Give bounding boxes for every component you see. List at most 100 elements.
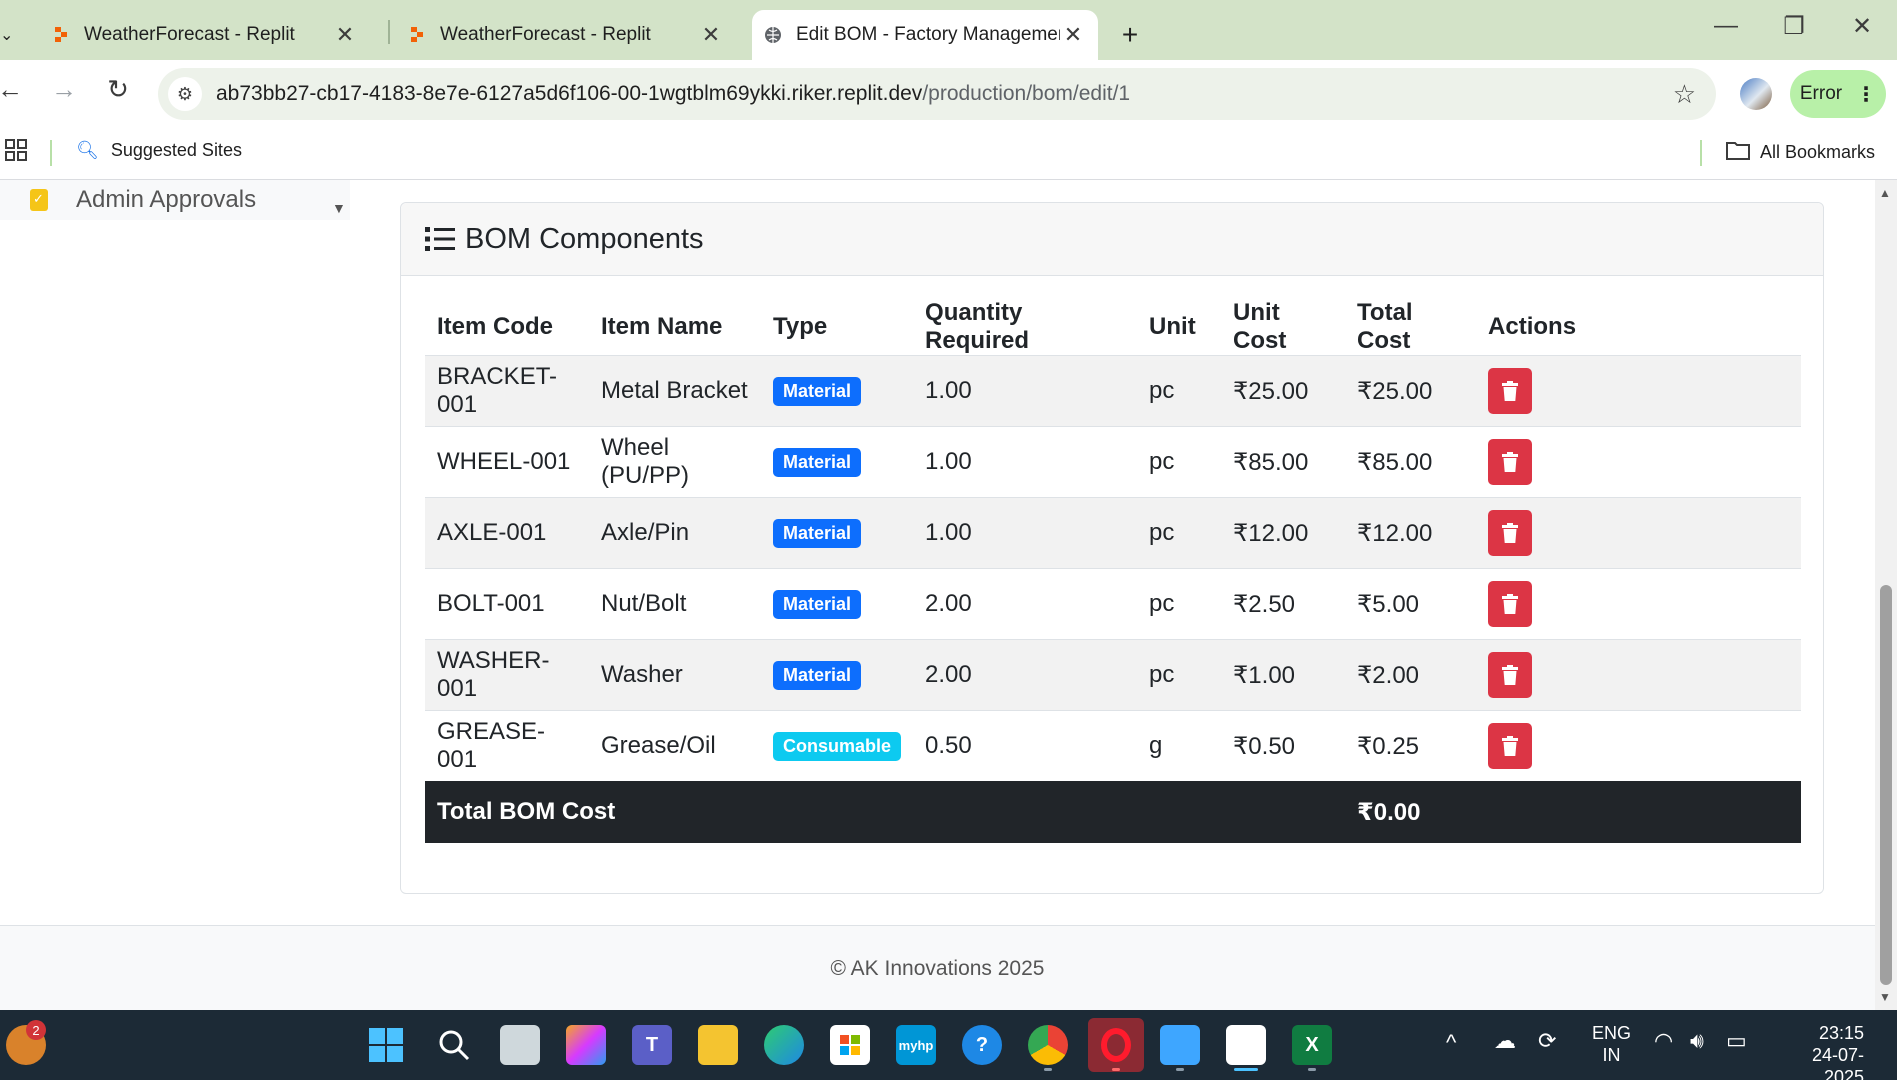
type-badge: Consumable bbox=[773, 732, 902, 761]
start-windows-icon[interactable] bbox=[366, 1025, 406, 1065]
cell-total-cost: ₹5.00 bbox=[1345, 568, 1477, 640]
caret-down-icon[interactable]: ▼ bbox=[332, 200, 346, 216]
delete-button[interactable] bbox=[1488, 368, 1533, 414]
cell-total-cost: ₹25.00 bbox=[1345, 355, 1477, 427]
cell-quantity: 1.00 bbox=[913, 355, 1138, 427]
file-explorer-icon[interactable] bbox=[698, 1025, 738, 1065]
wifi-icon[interactable]: ◠ bbox=[1654, 1028, 1673, 1054]
excel-icon[interactable]: X bbox=[1292, 1025, 1332, 1065]
delete-button[interactable] bbox=[1488, 510, 1533, 556]
delete-button[interactable] bbox=[1488, 723, 1533, 769]
url-host: ab73bb27-cb17-4183-8e7e-6127a5d6f106-00-… bbox=[216, 82, 923, 105]
edge-icon[interactable] bbox=[764, 1025, 804, 1065]
chevron-up-icon[interactable]: ^ bbox=[1446, 1030, 1456, 1056]
table-row: WASHER-001 Washer Material 2.00 pc ₹1.00… bbox=[425, 639, 1801, 711]
scroll-down-arrow-icon[interactable]: ▼ bbox=[1879, 990, 1891, 1004]
sidebar-item-label: Admin Approvals bbox=[76, 186, 257, 213]
kebab-menu-icon: ⋮ bbox=[1856, 83, 1877, 106]
window-close-button[interactable]: ✕ bbox=[1832, 12, 1892, 41]
tab-weatherforecast-1[interactable]: WeatherForecast - Replit ✕ bbox=[40, 10, 370, 60]
cell-actions bbox=[1476, 426, 1801, 498]
cell-item-code: BOLT-001 bbox=[425, 568, 589, 640]
microsoft-store-icon[interactable] bbox=[830, 1025, 870, 1065]
scrollbar-thumb[interactable] bbox=[1880, 585, 1892, 985]
type-badge: Material bbox=[773, 377, 862, 406]
trash-icon bbox=[1502, 665, 1519, 685]
tab-title: WeatherForecast - Replit bbox=[84, 24, 295, 45]
close-icon[interactable]: ✕ bbox=[332, 22, 358, 48]
bookmarks-divider bbox=[50, 140, 52, 166]
region-code: IN bbox=[1602, 1045, 1621, 1065]
cell-item-code: BRACKET-001 bbox=[425, 355, 589, 427]
tab-search-button[interactable]: ⌄ bbox=[0, 10, 20, 60]
delete-button[interactable] bbox=[1488, 581, 1533, 627]
myhp-icon[interactable]: myhp bbox=[896, 1025, 936, 1065]
site-settings-icon[interactable]: ⚙ bbox=[168, 77, 202, 111]
minimize-button[interactable]: — bbox=[1696, 12, 1756, 40]
opera-icon[interactable] bbox=[1088, 1018, 1144, 1072]
close-icon[interactable]: ✕ bbox=[698, 22, 724, 48]
onedrive-icon[interactable]: ☁ bbox=[1494, 1028, 1516, 1054]
snipping-tool-icon[interactable] bbox=[1226, 1025, 1266, 1065]
globe-icon bbox=[765, 27, 781, 43]
table-row: BRACKET-001 Metal Bracket Material 1.00 … bbox=[425, 355, 1801, 427]
search-icon[interactable] bbox=[434, 1025, 474, 1065]
close-icon[interactable]: ✕ bbox=[1060, 22, 1086, 48]
bookmark-star-icon[interactable]: ☆ bbox=[1673, 79, 1696, 110]
cell-item-name: Grease/Oil bbox=[589, 710, 761, 781]
cell-actions bbox=[1476, 639, 1801, 711]
error-button[interactable]: Error ⋮ bbox=[1790, 70, 1886, 118]
delete-button[interactable] bbox=[1488, 652, 1533, 698]
bookmark-label: Suggested Sites bbox=[110, 140, 242, 160]
cell-quantity: 2.00 bbox=[913, 639, 1138, 711]
restore-button[interactable]: ❐ bbox=[1764, 12, 1824, 41]
tab-edit-bom[interactable]: Edit BOM - Factory Managemen ✕ bbox=[752, 10, 1098, 60]
forward-button[interactable]: → bbox=[44, 74, 84, 105]
search-icon: 🔍︎ bbox=[76, 140, 99, 160]
tab-weatherforecast-2[interactable]: WeatherForecast - Replit ✕ bbox=[396, 10, 736, 60]
language-indicator[interactable]: ENG IN bbox=[1592, 1022, 1631, 1066]
cell-quantity: 0.50 bbox=[913, 710, 1138, 781]
notepad-icon[interactable] bbox=[1160, 1025, 1200, 1065]
cell-item-code: GREASE-001 bbox=[425, 710, 589, 781]
task-view-icon[interactable] bbox=[500, 1025, 540, 1065]
help-icon[interactable]: ? bbox=[962, 1025, 1002, 1065]
cell-item-name: Nut/Bolt bbox=[589, 568, 761, 640]
url-path: /production/bom/edit/1 bbox=[922, 82, 1131, 105]
column-header-item-code: Item Code bbox=[437, 313, 554, 340]
replit-icon bbox=[55, 27, 67, 42]
clipboard-check-icon bbox=[30, 189, 48, 211]
delete-button[interactable] bbox=[1488, 439, 1533, 485]
cell-unit: pc bbox=[1137, 355, 1222, 427]
scroll-up-arrow-icon[interactable]: ▲ bbox=[1879, 186, 1891, 200]
chrome-icon[interactable] bbox=[1028, 1025, 1068, 1065]
tab-title: WeatherForecast - Replit bbox=[440, 24, 651, 45]
back-button[interactable]: ← bbox=[0, 74, 30, 105]
sync-icon[interactable]: ⟳ bbox=[1538, 1028, 1556, 1054]
card-header: BOM Components bbox=[401, 203, 1823, 276]
bom-components-card: BOM Components Item Code Item Name Type … bbox=[400, 202, 1824, 894]
teams-icon[interactable]: T bbox=[632, 1025, 672, 1065]
new-tab-button[interactable]: + bbox=[1110, 10, 1150, 60]
clock[interactable]: 23:15 24-07-2025 bbox=[1774, 1022, 1864, 1088]
cell-unit-cost: ₹25.00 bbox=[1221, 355, 1346, 427]
all-bookmarks-button[interactable]: All Bookmarks bbox=[1726, 140, 1875, 165]
table-header-row: Item Code Item Name Type Quantity Requir… bbox=[425, 299, 1801, 356]
profile-avatar[interactable] bbox=[1740, 78, 1772, 110]
cell-unit-cost: ₹85.00 bbox=[1221, 426, 1346, 498]
volume-icon[interactable]: 🔊︎ bbox=[1690, 1028, 1704, 1054]
bookmark-suggested-sites[interactable]: 🔍︎ Suggested Sites bbox=[76, 140, 242, 161]
cell-unit-cost: ₹0.50 bbox=[1221, 710, 1346, 781]
battery-icon[interactable]: ▭ bbox=[1726, 1028, 1747, 1054]
sidebar-item-admin-approvals[interactable]: Admin Approvals bbox=[0, 180, 350, 220]
column-header-quantity-required: Quantity Required bbox=[925, 299, 1030, 354]
address-bar[interactable]: ⚙ ab73bb27-cb17-4183-8e7e-6127a5d6f106-0… bbox=[158, 68, 1716, 120]
tab-title: Edit BOM - Factory Managemen bbox=[796, 24, 1060, 45]
cell-total-cost: ₹2.00 bbox=[1345, 639, 1477, 711]
page-scrollbar[interactable]: ▲ ▼ bbox=[1875, 180, 1897, 1010]
running-indicator bbox=[1112, 1068, 1120, 1071]
reload-button[interactable]: ↻ bbox=[98, 74, 138, 105]
apps-grid-icon[interactable] bbox=[4, 138, 28, 162]
copilot-icon[interactable] bbox=[566, 1025, 606, 1065]
type-badge: Material bbox=[773, 448, 862, 477]
